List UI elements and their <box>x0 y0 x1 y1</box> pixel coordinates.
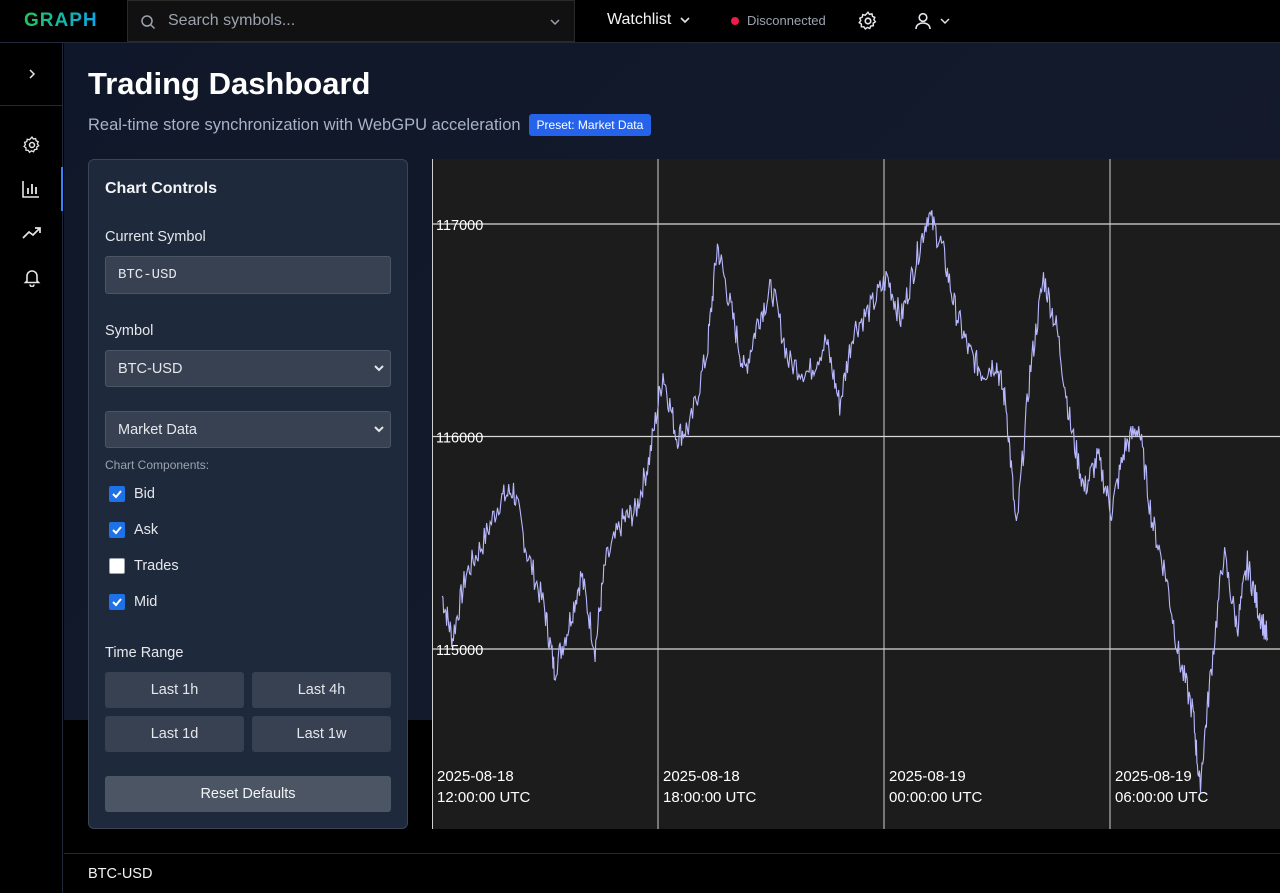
x-tick-label-time: 00:00:00 UTC <box>889 789 983 806</box>
status-footer: BTC-USD <box>64 853 1280 893</box>
status-dot-icon <box>731 16 739 25</box>
connection-status-text: Disconnected <box>747 13 826 28</box>
panel-title: Chart Controls <box>105 180 217 197</box>
checkbox-label: Trades <box>134 558 179 574</box>
expand-sidebar-button[interactable] <box>0 43 63 106</box>
mid-price-series-line <box>441 209 1269 794</box>
y-tick-label: 116000 <box>436 431 483 447</box>
checkbox-checked-icon[interactable] <box>109 522 125 538</box>
watchlist-label: Watchlist <box>607 11 672 28</box>
chart-components-label: Chart Components: <box>105 458 210 472</box>
nav-trends[interactable] <box>0 211 63 255</box>
current-symbol-label: Current Symbol <box>105 229 206 245</box>
checkbox-checked-icon[interactable] <box>109 594 125 610</box>
y-tick-label: 115000 <box>436 643 483 659</box>
footer-symbol: BTC-USD <box>88 866 153 882</box>
trending-up-icon <box>21 227 41 239</box>
gear-icon <box>22 136 40 154</box>
price-chart-svg: 2025-08-18 12:00:00 UTC 2025-08-18 18:00:00… <box>432 159 1280 829</box>
checkbox-label: Bid <box>134 486 155 502</box>
checkbox-checked-icon[interactable] <box>109 486 125 502</box>
top-bar: GRAPH Watchlist Disconnected <box>0 0 1280 43</box>
checkbox-label: Mid <box>134 594 158 610</box>
connection-status: Disconnected <box>731 13 826 28</box>
checkbox-bid[interactable]: Bid <box>109 486 155 502</box>
x-tick-label-date: 2025-08-18 <box>437 768 514 785</box>
app-logo[interactable]: GRAPH <box>24 10 98 32</box>
settings-gear-icon[interactable] <box>857 10 879 32</box>
preset-select[interactable]: Market Data <box>105 411 391 448</box>
checkbox-ask[interactable]: Ask <box>109 522 158 538</box>
page-title: Trading Dashboard <box>88 66 371 101</box>
symbol-label: Symbol <box>105 323 154 339</box>
time-range-1h-button[interactable]: Last 1h <box>105 672 244 708</box>
nav-charts[interactable] <box>0 167 63 211</box>
current-symbol-field[interactable]: BTC-USD <box>105 256 391 294</box>
price-chart[interactable]: 2025-08-18 12:00:00 UTC 2025-08-18 18:00:00… <box>432 159 1280 829</box>
user-icon <box>915 12 931 30</box>
x-tick-label-time: 18:00:00 UTC <box>663 789 757 806</box>
search-input[interactable] <box>168 1 528 41</box>
bar-chart-icon <box>21 181 39 198</box>
subtitle-text: Real-time store synchronization with Web… <box>88 115 521 134</box>
preset-badge: Preset: Market Data <box>528 114 652 136</box>
nav-settings[interactable] <box>0 123 63 167</box>
bell-icon <box>23 270 40 287</box>
symbol-search[interactable] <box>127 0 575 42</box>
chevron-down-icon <box>680 17 690 24</box>
chevron-down-icon <box>940 18 950 24</box>
search-icon <box>141 15 156 30</box>
checkbox-trades[interactable]: Trades <box>109 558 179 574</box>
time-range-1d-button[interactable]: Last 1d <box>105 716 244 752</box>
user-menu[interactable] <box>913 10 959 32</box>
x-tick-label-date: 2025-08-19 <box>1115 768 1192 785</box>
chevron-down-icon[interactable] <box>548 15 562 29</box>
side-nav <box>0 43 63 893</box>
time-range-1w-button[interactable]: Last 1w <box>252 716 391 752</box>
checkbox-unchecked-icon[interactable] <box>109 558 125 574</box>
symbol-select[interactable]: BTC-USD <box>105 350 391 387</box>
page-subtitle: Real-time store synchronization with Web… <box>88 114 652 136</box>
time-range-label: Time Range <box>105 645 184 661</box>
reset-defaults-button[interactable]: Reset Defaults <box>105 776 391 812</box>
watchlist-dropdown[interactable]: Watchlist <box>607 11 691 29</box>
nav-alerts[interactable] <box>0 255 63 299</box>
symbol-select-wrap: BTC-USD <box>105 350 391 387</box>
time-range-4h-button[interactable]: Last 4h <box>252 672 391 708</box>
x-tick-label-time: 12:00:00 UTC <box>437 789 531 806</box>
checkbox-mid[interactable]: Mid <box>109 594 157 610</box>
checkbox-label: Ask <box>134 522 159 538</box>
chevron-right-icon <box>28 69 35 79</box>
chart-controls-panel: Chart Controls Current Symbol BTC-USD Sy… <box>88 159 408 829</box>
x-tick-label-time: 06:00:00 UTC <box>1115 789 1209 806</box>
x-tick-label-date: 2025-08-19 <box>889 768 966 785</box>
x-tick-label-date: 2025-08-18 <box>663 768 740 785</box>
y-tick-label: 117000 <box>436 218 483 234</box>
preset-select-wrap: Market Data <box>105 411 391 448</box>
